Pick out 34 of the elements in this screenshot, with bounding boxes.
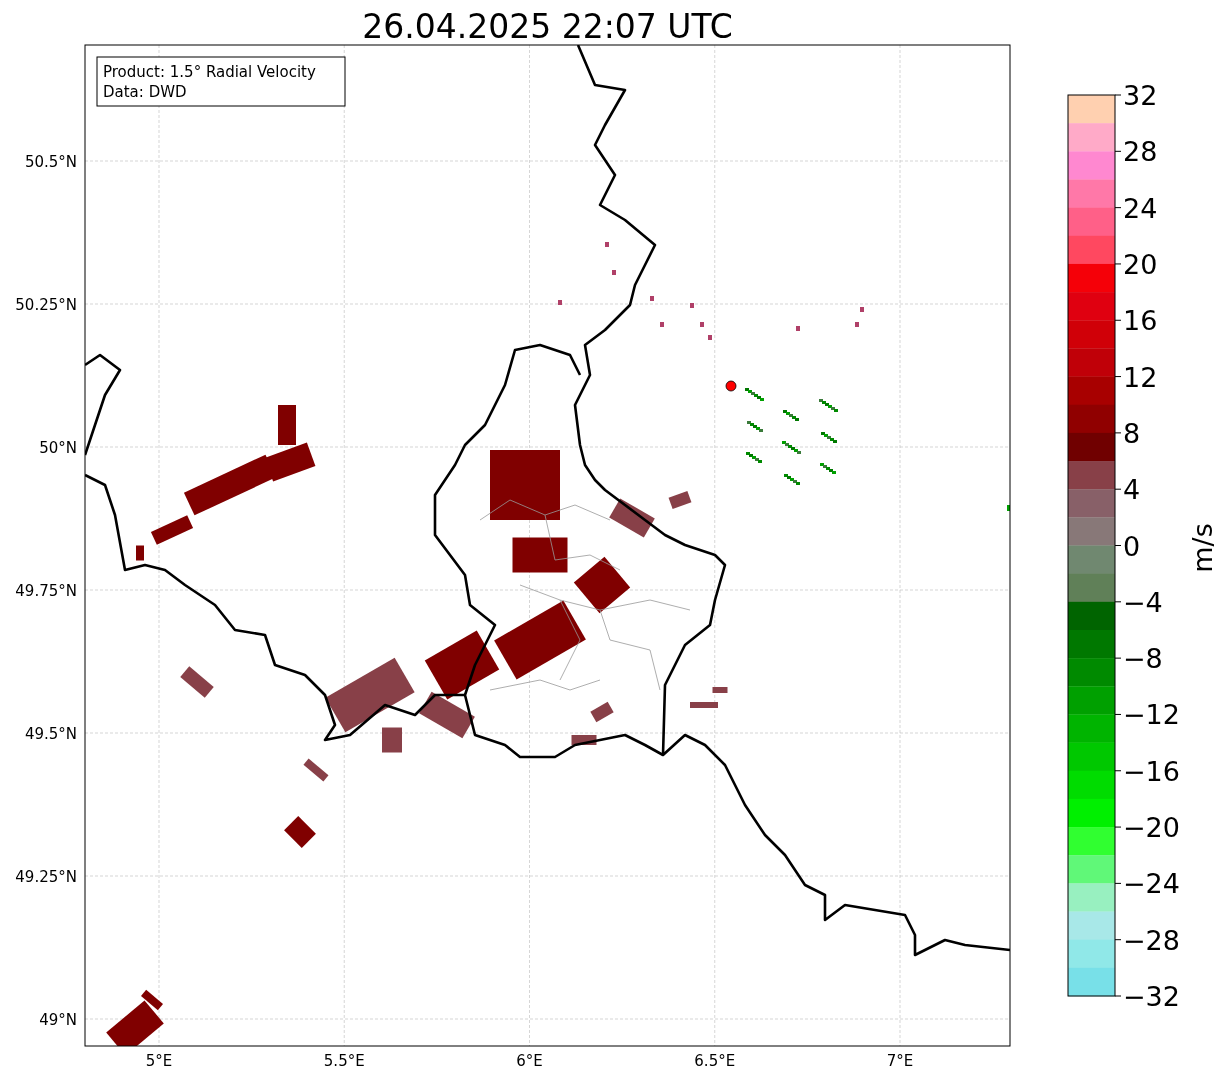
latitude-label: 49°N	[39, 1011, 77, 1029]
longitude-label: 6.5°E	[694, 1052, 736, 1070]
colorbar-tick-label: 32	[1123, 80, 1158, 111]
colorbar-tick-label: −12	[1123, 699, 1180, 731]
colorbar-tick-label: −28	[1123, 924, 1180, 956]
colorbar-tick-label: −16	[1123, 755, 1180, 787]
longitude-label: 6°E	[516, 1052, 543, 1070]
colorbar-tick-label: 0	[1123, 530, 1141, 562]
longitude-label: 5°E	[145, 1052, 173, 1070]
colorbar-tick-label: −20	[1123, 812, 1180, 844]
latitude-label: 49.5°N	[24, 725, 77, 743]
colorbar-tick-label: −8	[1123, 643, 1163, 675]
colorbar-label: m/s	[1187, 523, 1218, 573]
latitude-label: 50°N	[39, 439, 77, 457]
colorbar-tick-label: 16	[1123, 305, 1158, 337]
info-text: Data: DWD	[103, 83, 187, 101]
latitude-label: 50.5°N	[24, 153, 77, 171]
colorbar-tick-label: −4	[1123, 586, 1163, 618]
colorbar-tick-label: 28	[1123, 136, 1158, 168]
colorbar-tick-label: 8	[1123, 417, 1141, 449]
colorbar-tick-label: −24	[1123, 868, 1180, 900]
info-text: Product: 1.5° Radial Velocity	[103, 63, 316, 81]
latitude-label: 49.75°N	[15, 582, 77, 600]
colorbar-tick-label: 24	[1123, 192, 1158, 224]
longitude-label: 7°E	[886, 1052, 914, 1070]
longitude-label: 5.5°E	[323, 1052, 365, 1070]
colorbar-tick-label: 12	[1123, 361, 1158, 393]
radar-site-marker	[725, 380, 737, 392]
latitude-label: 49.25°N	[15, 868, 77, 886]
colorbar-tick-label: 4	[1123, 474, 1141, 506]
latitude-label: 50.25°N	[15, 296, 77, 314]
chart-title: 26.04.2025 22:07 UTC	[362, 7, 733, 46]
colorbar-tick-label: −32	[1123, 981, 1180, 1012]
colorbar-tick-label: 20	[1123, 248, 1158, 280]
